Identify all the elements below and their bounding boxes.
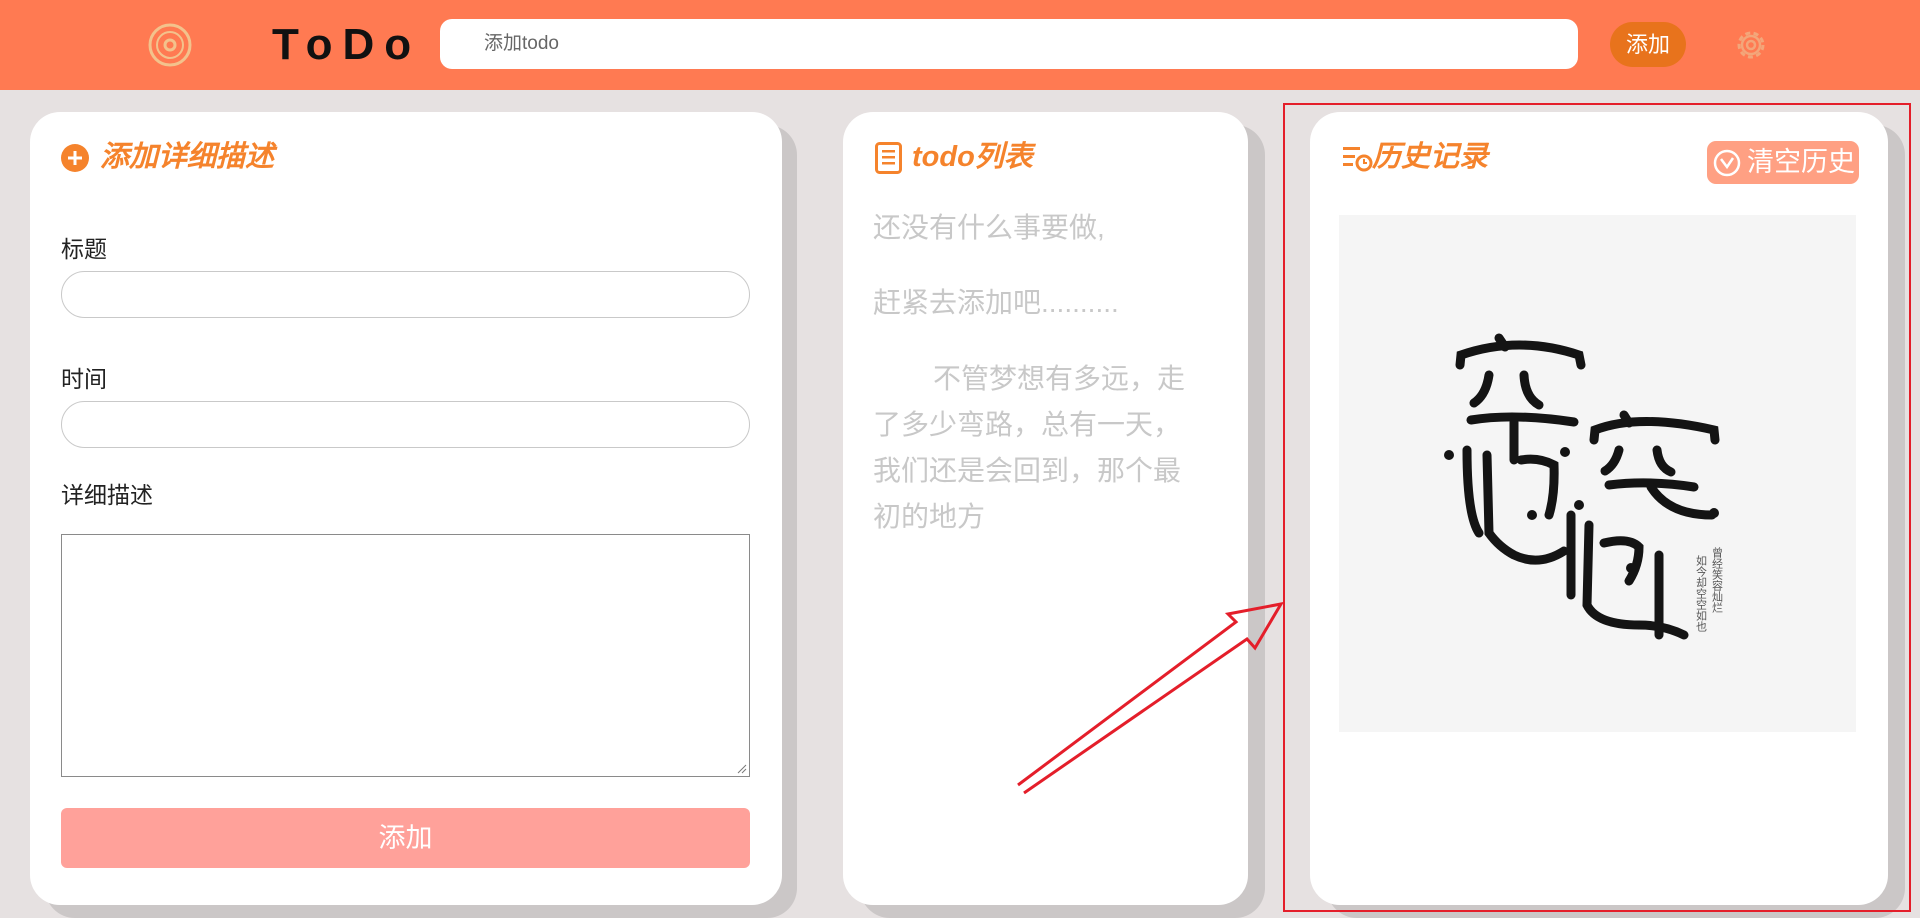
quote-text: 不管梦想有多远，走 了多少弯路，总有一天， 我们还是会回到，那个最 初的地方: [873, 356, 1218, 540]
plus-circle-icon: [61, 144, 89, 172]
quote-line: 我们还是会回到，那个最: [873, 455, 1182, 486]
top-bar: ToDo 添加: [0, 0, 1920, 90]
quote-line: 初的地方: [873, 501, 986, 532]
empty-message-line2: 赶紧去添加吧..........: [873, 287, 1119, 318]
description-textarea[interactable]: [61, 534, 750, 777]
title-label: 标题: [61, 236, 107, 262]
gear-icon[interactable]: [1733, 27, 1769, 63]
list-icon: [875, 142, 902, 174]
todo-card-title: todo列表: [912, 141, 1033, 173]
resize-handle-icon[interactable]: [735, 762, 747, 774]
time-label: 时间: [61, 366, 107, 392]
add-todo-input[interactable]: [440, 19, 1578, 69]
submit-detail-button[interactable]: 添加: [61, 808, 750, 868]
title-input[interactable]: [61, 271, 750, 318]
time-input[interactable]: [61, 401, 750, 448]
highlight-box: [1283, 103, 1911, 912]
empty-message-line1: 还没有什么事要做,: [873, 212, 1105, 243]
quote-line: 了多少弯路，总有一天，: [873, 409, 1182, 440]
vinyl-disc-icon: [148, 23, 192, 67]
quote-line: 不管梦想有多远，走: [933, 363, 1186, 394]
red-arrow-annotation: [1017, 601, 1284, 795]
add-todo-button[interactable]: 添加: [1610, 22, 1686, 67]
detail-card-title: 添加详细描述: [100, 141, 275, 173]
app-title: ToDo: [272, 20, 422, 69]
description-label: 详细描述: [61, 482, 153, 508]
